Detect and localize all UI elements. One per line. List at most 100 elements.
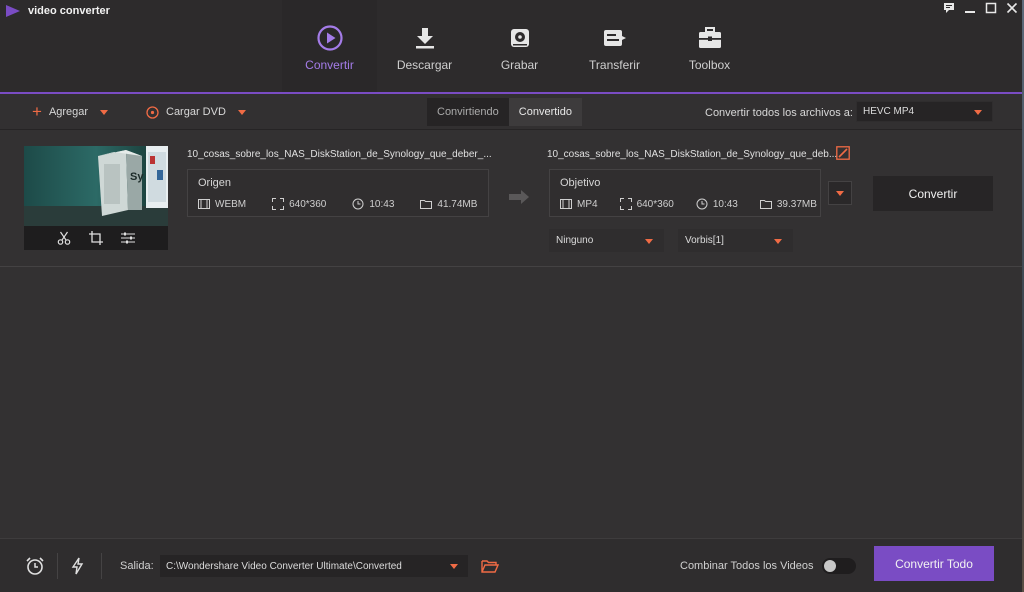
- open-folder-icon[interactable]: [481, 558, 499, 574]
- close-button[interactable]: [1001, 0, 1022, 16]
- app-title: video converter: [28, 5, 110, 17]
- window-controls: [938, 0, 1022, 16]
- video-thumbnail[interactable]: Sy: [24, 146, 168, 250]
- combine-videos-label: Combinar Todos los Videos: [680, 560, 814, 572]
- crop-icon[interactable]: [88, 230, 104, 246]
- chevron-down-icon: [774, 238, 782, 244]
- source-size: 41.74MB: [420, 198, 477, 210]
- output-label: Salida:: [120, 560, 154, 572]
- target-format: MP4: [560, 198, 598, 210]
- clock-icon: [352, 198, 364, 210]
- thumbnail-tools: [24, 226, 168, 250]
- output-format-select[interactable]: HEVC MP4: [856, 101, 993, 122]
- source-info: Origen WEBM 640*360 10:43 41.74MB: [187, 169, 489, 217]
- target-format-value: MP4: [577, 198, 598, 210]
- tab-converted[interactable]: Convertido: [508, 98, 582, 126]
- chat-icon: [943, 3, 954, 13]
- nav-burn-label: Grabar: [500, 58, 539, 72]
- clock-icon: [696, 198, 708, 210]
- bottom-bar: Salida: C:\Wondershare Video Converter U…: [0, 538, 1022, 592]
- chevron-down-icon: [450, 564, 458, 569]
- chevron-down-icon: [974, 109, 982, 115]
- combine-videos-toggle[interactable]: [822, 558, 856, 574]
- nav-burn[interactable]: Grabar: [472, 0, 567, 93]
- audio-track-select[interactable]: Vorbis[1]: [678, 229, 793, 252]
- output-format-value: HEVC MP4: [863, 106, 915, 117]
- feedback-button[interactable]: [938, 0, 959, 16]
- main-nav: Convertir Descargar Grabar Transferir To…: [282, 0, 757, 93]
- add-files-button[interactable]: + Agregar: [32, 102, 109, 121]
- arrow-right-icon: [509, 190, 529, 204]
- output-path-value: C:\Wondershare Video Converter Ultimate\…: [166, 560, 402, 572]
- source-format: WEBM: [198, 198, 246, 210]
- nav-transfer-label: Transferir: [589, 58, 640, 72]
- chevron-down-icon[interactable]: [100, 109, 109, 115]
- output-path-select[interactable]: C:\Wondershare Video Converter Ultimate\…: [159, 554, 469, 578]
- convert-button[interactable]: Convertir: [873, 176, 993, 211]
- add-files-label: Agregar: [48, 106, 89, 118]
- play-circle-icon: [316, 24, 344, 52]
- minimize-icon: [964, 11, 975, 13]
- file-row: Sy 10_cosas_sobre_los_NAS_DiskStation_de…: [0, 131, 1022, 267]
- chevron-down-icon[interactable]: [237, 109, 246, 115]
- transfer-icon: [601, 24, 629, 52]
- target-meta: MP4 640*360 10:43 39.37MB: [560, 197, 817, 211]
- convert-all-to-label: Convertir todos los archivos a:: [705, 107, 853, 119]
- close-icon: [1006, 2, 1017, 14]
- nav-download-label: Descargar: [396, 58, 453, 72]
- svg-text:Sy: Sy: [130, 171, 144, 183]
- target-duration-value: 10:43: [712, 198, 738, 210]
- separator: [101, 553, 102, 579]
- app-logo: video converter: [6, 4, 110, 18]
- target-info[interactable]: Objetivo MP4 640*360 10:43 39.37MB: [549, 169, 821, 217]
- film-icon: [560, 199, 572, 209]
- load-dvd-label: Cargar DVD: [166, 106, 226, 118]
- toggle-knob: [824, 560, 836, 572]
- plus-icon: +: [32, 102, 42, 121]
- load-dvd-button[interactable]: Cargar DVD: [146, 104, 246, 120]
- header: video converter Convertir Descargar Grab…: [0, 0, 1022, 94]
- film-icon: [198, 199, 210, 209]
- nav-convert[interactable]: Convertir: [282, 0, 377, 93]
- app-window: video converter Convertir Descargar Grab…: [0, 0, 1022, 592]
- download-icon: [411, 24, 439, 52]
- target-duration: 10:43: [696, 198, 738, 210]
- source-info-title: Origen: [198, 177, 232, 189]
- folder-icon: [759, 200, 772, 209]
- sliders-icon[interactable]: [120, 230, 136, 246]
- audio-track-value: Vorbis[1]: [685, 235, 724, 246]
- target-file-name: 10_cosas_sobre_los_NAS_DiskStation_de_Sy…: [547, 149, 838, 160]
- disc-burn-icon: [506, 24, 534, 52]
- chevron-down-icon: [836, 191, 844, 196]
- nav-convert-label: Convertir: [305, 58, 354, 72]
- target-format-dropdown[interactable]: [828, 181, 852, 205]
- maximize-icon: [985, 2, 996, 14]
- edit-icon[interactable]: [836, 146, 850, 160]
- maximize-button[interactable]: [980, 0, 1001, 16]
- thumbnail-image: Sy: [24, 146, 168, 226]
- alarm-clock-icon[interactable]: [25, 556, 45, 576]
- resolution-icon: [272, 198, 285, 210]
- nav-toolbox[interactable]: Toolbox: [662, 0, 757, 93]
- lightning-icon[interactable]: [68, 556, 88, 576]
- nav-download[interactable]: Descargar: [377, 0, 472, 93]
- source-meta: WEBM 640*360 10:43 41.74MB: [198, 197, 503, 211]
- folder-icon: [420, 200, 433, 209]
- dvd-icon: [146, 105, 159, 119]
- target-info-title: Objetivo: [560, 177, 601, 189]
- subtitle-select[interactable]: Ninguno: [549, 229, 664, 252]
- subtitle-value: Ninguno: [556, 235, 594, 246]
- chevron-down-icon: [645, 238, 653, 244]
- convert-all-button[interactable]: Convertir Todo: [874, 546, 994, 581]
- tab-converting[interactable]: Convirtiendo: [427, 98, 509, 126]
- source-file-name: 10_cosas_sobre_los_NAS_DiskStation_de_Sy…: [187, 149, 492, 160]
- minimize-button[interactable]: [959, 0, 980, 16]
- target-size-value: 39.37MB: [776, 198, 817, 210]
- target-resolution: 640*360: [619, 198, 674, 210]
- nav-transfer[interactable]: Transferir: [567, 0, 662, 93]
- source-resolution-value: 640*360: [289, 198, 327, 210]
- scissors-icon[interactable]: [56, 230, 72, 246]
- source-format-value: WEBM: [215, 198, 247, 210]
- toolbox-icon: [696, 24, 724, 52]
- source-duration-value: 10:43: [369, 198, 395, 210]
